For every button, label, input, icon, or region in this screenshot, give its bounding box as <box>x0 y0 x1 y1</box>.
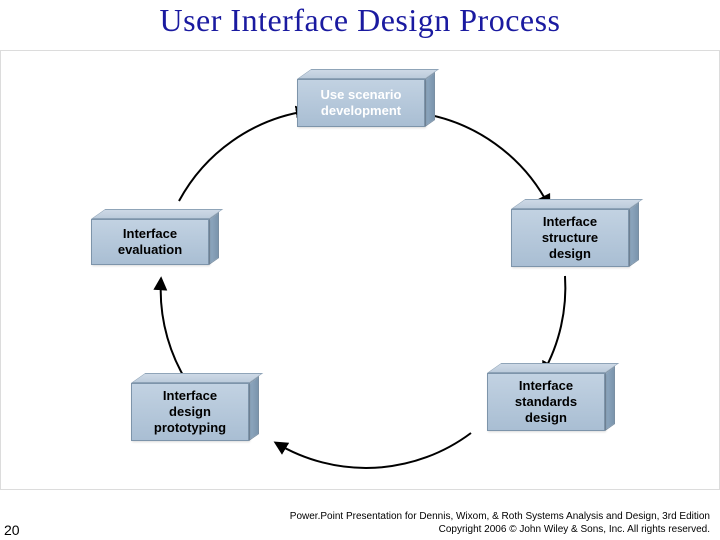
node-label-standards-design: Interfacestandardsdesign <box>487 373 605 431</box>
node-standards-design: Interfacestandardsdesign <box>487 363 617 433</box>
node-label-design-prototyping: Interfacedesignprototyping <box>131 383 249 441</box>
node-label-structure-design: Interfacestructuredesign <box>511 209 629 267</box>
footer-line-2: Copyright 2006 © John Wiley & Sons, Inc.… <box>290 524 710 537</box>
node-structure-design: Interfacestructuredesign <box>511 199 641 269</box>
node-label-evaluation: Interfaceevaluation <box>91 219 209 265</box>
slide-title: User Interface Design Process <box>0 2 720 39</box>
node-design-prototyping: Interfacedesignprototyping <box>131 373 261 443</box>
cycle-diagram: Use scenariodevelopment Interfacestructu… <box>0 50 720 490</box>
footer: Power.Point Presentation for Dennis, Wix… <box>290 511 710 536</box>
page-number: 20 <box>4 522 20 538</box>
slide: User Interface Design Process <box>0 0 720 540</box>
footer-line-1: Power.Point Presentation for Dennis, Wix… <box>290 511 710 524</box>
node-evaluation: Interfaceevaluation <box>91 209 221 267</box>
node-label-use-scenario: Use scenariodevelopment <box>297 79 425 127</box>
node-use-scenario: Use scenariodevelopment <box>297 69 437 129</box>
